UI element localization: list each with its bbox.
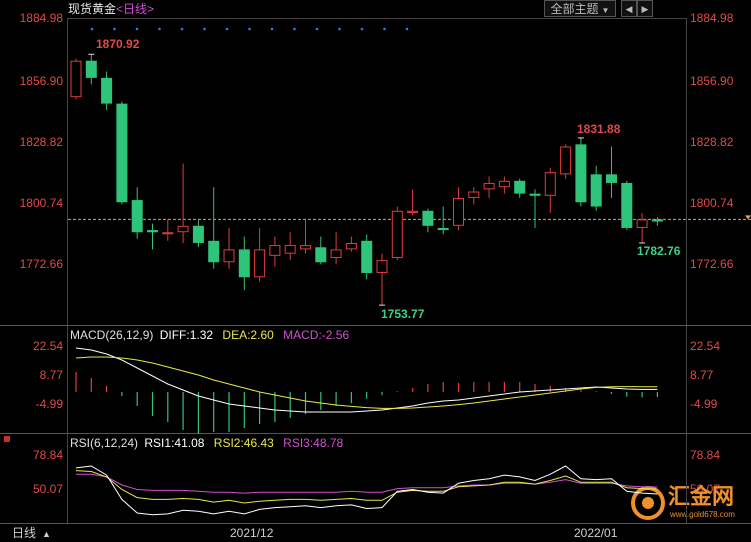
macd-diff-line [75, 347, 658, 413]
rsi-pane-marker-icon [4, 436, 10, 442]
candle-body [437, 227, 449, 231]
candle-body [162, 232, 174, 235]
candle-body [483, 182, 495, 190]
event-marker-dot [180, 27, 184, 31]
candle-body [223, 249, 235, 263]
candle-body [361, 240, 373, 273]
candle-body [651, 219, 663, 222]
candle-body [544, 172, 556, 196]
candle-body [407, 210, 419, 213]
rsi2-line [75, 470, 658, 504]
candle-body [330, 249, 342, 258]
event-marker-dot [248, 27, 251, 31]
event-marker-dot [225, 27, 229, 31]
event-marker-dot [405, 27, 409, 31]
candle-body [116, 103, 128, 203]
candle-body [498, 180, 510, 188]
event-marker-dot [90, 27, 94, 31]
event-marker-dot [383, 27, 386, 31]
candle-body [315, 247, 327, 263]
event-marker-dot [203, 27, 206, 31]
candle-body [514, 180, 526, 194]
candle-body [85, 60, 97, 78]
event-marker-dot [338, 27, 341, 31]
event-marker-dot [360, 27, 364, 31]
chart-stage: { "header": { "title": "现货黄金", "period_l… [0, 0, 751, 542]
candle-body [147, 230, 158, 233]
candle-body [453, 197, 464, 226]
candle-body [560, 146, 572, 175]
event-marker-dot [293, 27, 296, 31]
candle-body [284, 245, 296, 254]
candle-body [177, 225, 189, 233]
rsi3-line [76, 473, 658, 494]
candle-body [575, 144, 587, 203]
candle-body [101, 77, 113, 104]
event-marker-dot [270, 27, 274, 31]
candle-body [590, 174, 602, 207]
candle-body [391, 210, 403, 258]
candle-body [192, 225, 204, 243]
candle-body [238, 249, 250, 278]
candle-body [70, 60, 82, 98]
event-marker-dot [113, 27, 116, 31]
candle-body [376, 260, 388, 273]
candle-body [208, 240, 220, 263]
chart-canvas [0, 18, 751, 524]
candle-body [254, 249, 266, 278]
candle-body [345, 242, 357, 250]
current-price-marker-icon [745, 215, 751, 220]
candle-body [422, 210, 434, 226]
candle-body [468, 191, 480, 198]
candle-body [529, 193, 541, 196]
event-marker-dot [135, 27, 139, 31]
event-marker-dot [315, 27, 319, 31]
macd-dea-line [75, 356, 658, 409]
candle-body [636, 219, 648, 228]
candle-body [131, 200, 143, 233]
candle-body [606, 174, 617, 183]
event-marker-dot [158, 27, 161, 31]
candle-body [621, 182, 633, 228]
candle-body [300, 245, 311, 250]
candle-body [269, 245, 281, 256]
